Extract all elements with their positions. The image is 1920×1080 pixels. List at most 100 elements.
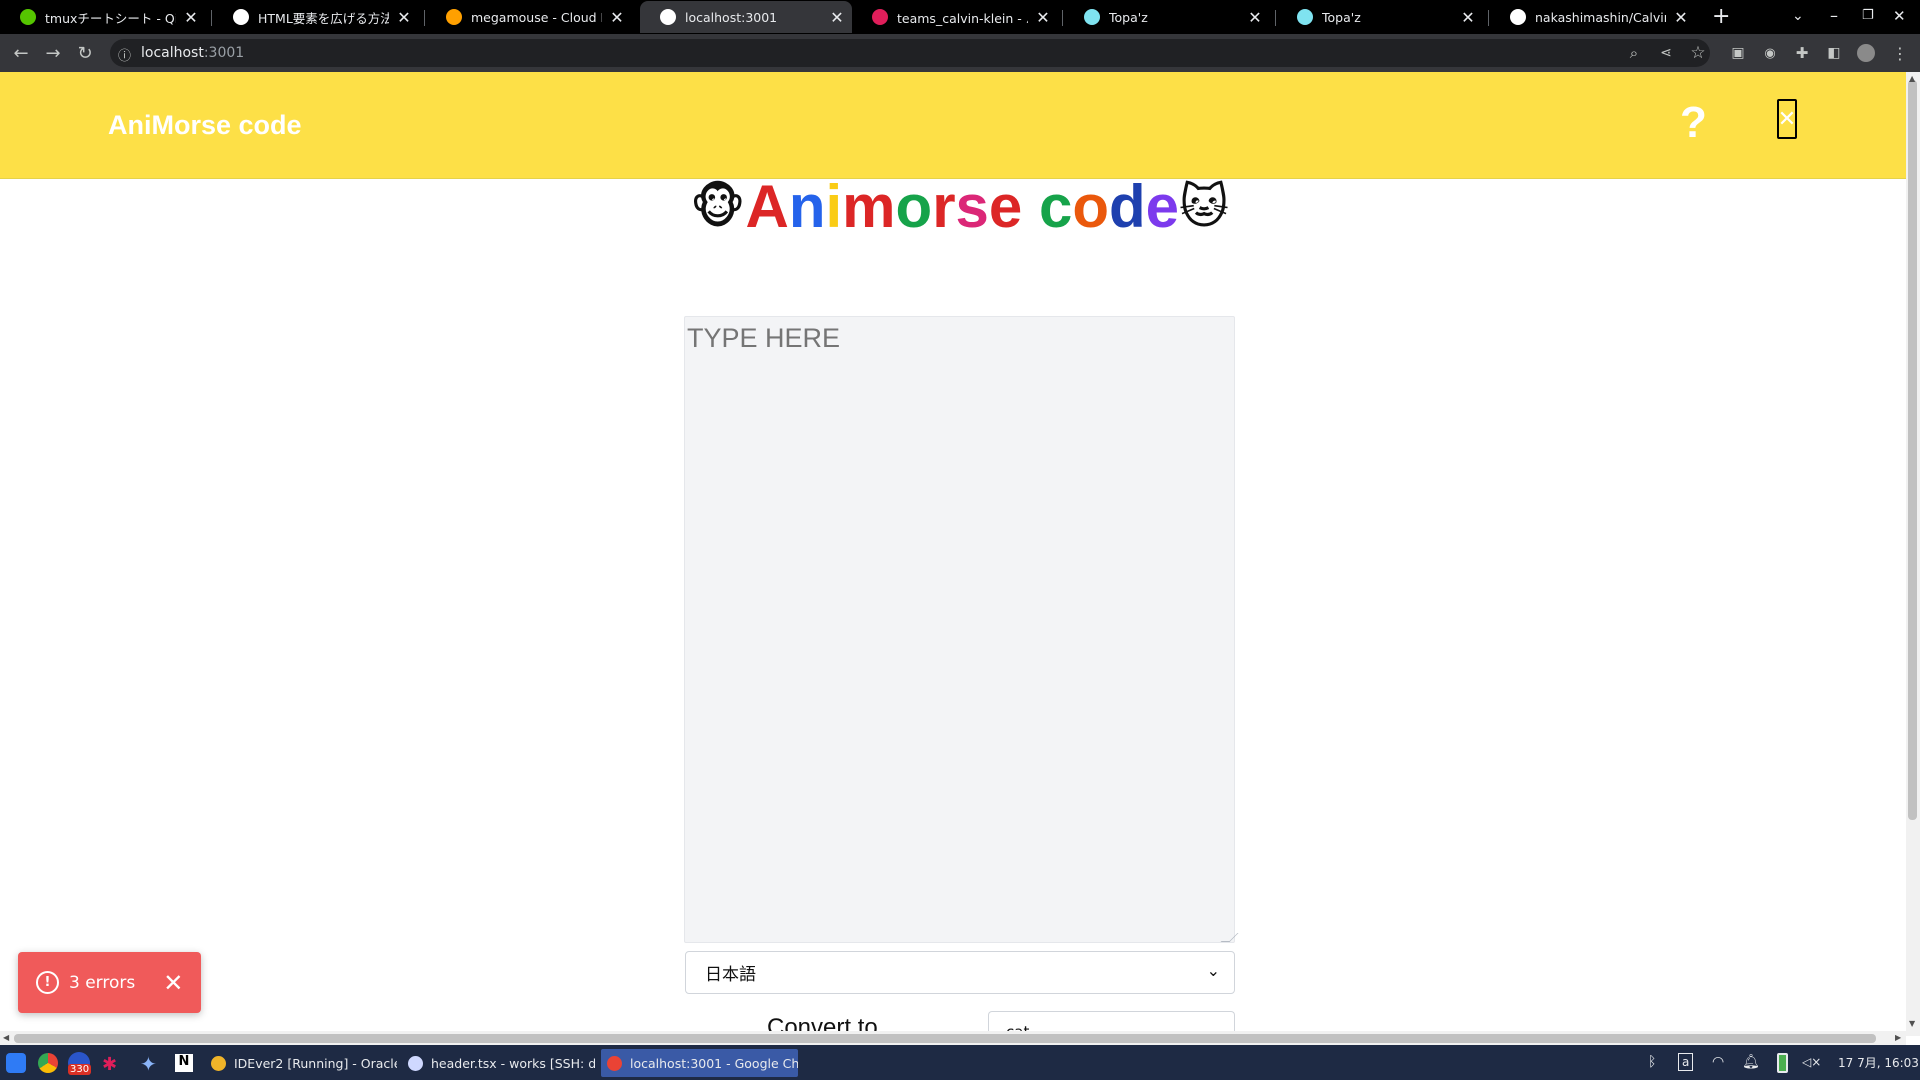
browser-tab[interactable]: tmuxチートシート - Qiita✕ — [0, 1, 206, 33]
tab-close-icon[interactable]: ✕ — [389, 8, 419, 27]
site-info-icon[interactable]: ⓘ — [118, 45, 131, 64]
close-button[interactable]: ✕ — [1777, 99, 1797, 139]
chrome-launcher-icon[interactable] — [38, 1053, 58, 1073]
taskbar-window[interactable]: localhost:3001 - Google Chr... — [601, 1049, 798, 1077]
taskbar-window-label: header.tsx - works [SSH: dev... — [431, 1055, 595, 1071]
taskbar-window[interactable]: IDEver2 [Running] - Oracle V... — [205, 1049, 397, 1077]
logo-letter: d — [1109, 173, 1146, 240]
back-icon[interactable]: ← — [9, 41, 33, 65]
scroll-left-arrow-icon[interactable]: ◀ — [3, 1033, 9, 1042]
browser-tab[interactable]: Topa'z ✕ — [1064, 1, 1270, 33]
tab-close-icon[interactable]: ✕ — [176, 8, 206, 27]
help-button[interactable]: ? — [1680, 98, 1707, 148]
window-close-icon[interactable]: ✕ — [1893, 7, 1906, 25]
tab-close-icon[interactable]: ✕ — [1453, 8, 1483, 27]
minimize-icon[interactable]: – — [1830, 6, 1838, 25]
browser-tab[interactable]: megamouse - Cloud Firest✕ — [426, 1, 632, 33]
reload-icon[interactable]: ↻ — [73, 41, 97, 65]
notion-launcher-icon[interactable]: N — [175, 1054, 193, 1072]
zoom-icon[interactable]: ⌕ — [1622, 41, 1646, 65]
horizontal-scroll-thumb[interactable] — [14, 1034, 1876, 1043]
tab-title: nakashimashin/Calvin-Klei — [1535, 9, 1666, 25]
extension-spy-icon[interactable]: ◉ — [1758, 41, 1782, 65]
sparkle-launcher-icon[interactable]: ✦ — [140, 1052, 157, 1076]
tab-separator — [424, 10, 425, 26]
logo-letter: m — [842, 173, 896, 240]
logo-letter: r — [932, 173, 956, 240]
browser-tab[interactable]: teams_calvin-klein - ハック✕ — [852, 1, 1058, 33]
vertical-scroll-thumb[interactable] — [1908, 80, 1917, 820]
extension-icon[interactable]: ▣ — [1726, 41, 1750, 65]
bluetooth-icon[interactable]: ᛒ — [1648, 1050, 1656, 1074]
browser-tab[interactable]: nakashimashin/Calvin-Klei✕ — [1490, 1, 1696, 33]
volume-muted-icon[interactable]: ◁× — [1802, 1050, 1821, 1074]
tab-title: HTML要素を広げる方法 — [258, 10, 389, 26]
battery-icon[interactable] — [1777, 1053, 1788, 1073]
morse-input[interactable] — [684, 316, 1235, 943]
browser-tab[interactable]: localhost:3001 ✕ — [640, 1, 852, 33]
cat-face-icon: 🐱 — [1179, 178, 1230, 235]
tab-title: localhost:3001 — [685, 9, 778, 25]
error-count: 3 errors — [69, 972, 136, 993]
new-tab-button[interactable]: + — [1712, 4, 1730, 29]
logo-letter: s — [955, 173, 989, 240]
logo-letter: o — [1072, 173, 1109, 240]
logo-letter: e — [1145, 173, 1180, 240]
tab-title: teams_calvin-klein - ハック — [897, 10, 1028, 26]
monkey-face-icon: 🐵 — [690, 178, 746, 235]
tab-title: tmuxチートシート - Qiita — [45, 10, 176, 26]
brand-title[interactable]: AniMorse code — [108, 110, 302, 141]
logo-letter: c — [1038, 173, 1073, 240]
logo-text: Animorse code — [746, 172, 1180, 241]
clock[interactable]: 17 7月, 16:03 — [1838, 1050, 1919, 1074]
taskbar-window-label: IDEver2 [Running] - Oracle V... — [234, 1055, 397, 1071]
language-select[interactable]: 日本語 ⌄ — [685, 951, 1235, 994]
tab-favicon-icon — [446, 9, 462, 25]
logo-letter — [1022, 173, 1039, 240]
tab-separator — [1275, 10, 1276, 26]
wifi-icon[interactable]: ◠ — [1712, 1050, 1724, 1074]
start-menu-icon[interactable] — [6, 1053, 26, 1073]
tab-close-icon[interactable]: ✕ — [1240, 8, 1270, 27]
forward-icon[interactable]: → — [41, 41, 65, 65]
tab-favicon-icon — [1297, 9, 1313, 25]
browser-tab[interactable]: Topa'z ✕ — [1277, 1, 1483, 33]
restore-icon[interactable]: ❐ — [1862, 8, 1874, 23]
tab-favicon-icon — [872, 9, 888, 25]
tab-favicon-icon — [660, 9, 676, 25]
address-bar[interactable] — [110, 39, 1710, 67]
language-select-value: 日本語 — [705, 965, 756, 985]
menu-kebab-icon[interactable]: ⋮ — [1888, 41, 1912, 65]
logo-letter: n — [788, 173, 826, 240]
tab-title: Topa'z — [1322, 9, 1361, 25]
slack-launcher-icon[interactable]: ✱ — [102, 1054, 117, 1075]
browser-tab[interactable]: HTML要素を広げる方法 ✕ — [213, 1, 419, 33]
tab-close-icon[interactable]: ✕ — [1028, 8, 1058, 27]
logo-letter: e — [988, 173, 1023, 240]
scroll-down-arrow-icon[interactable]: ▼ — [1909, 1019, 1915, 1028]
profile-avatar[interactable] — [1857, 44, 1875, 62]
share-icon[interactable]: ⋖ — [1654, 41, 1678, 65]
extensions-puzzle-icon[interactable]: ✚ — [1790, 41, 1814, 65]
taskbar-window[interactable]: header.tsx - works [SSH: dev... — [402, 1049, 595, 1077]
tab-search-chevron-icon[interactable]: ⌄ — [1792, 8, 1804, 24]
bookmark-star-icon[interactable]: ☆ — [1686, 41, 1710, 65]
url-text[interactable]: localhost:3001 — [141, 45, 244, 61]
tab-title: Topa'z — [1109, 9, 1148, 25]
tab-close-icon[interactable]: ✕ — [1666, 8, 1696, 27]
dismiss-error-button[interactable]: ✕ — [163, 969, 183, 997]
tab-separator — [1488, 10, 1489, 26]
input-method-icon[interactable]: a — [1678, 1053, 1694, 1071]
tab-separator — [211, 10, 212, 26]
error-toast[interactable]: ! 3 errors ✕ — [18, 952, 201, 1013]
notification-bell-icon[interactable]: 🔔︎ — [1742, 1050, 1760, 1074]
taskbar-window-label: localhost:3001 - Google Chr... — [630, 1055, 798, 1071]
logo-letter: i — [825, 173, 843, 240]
side-panel-icon[interactable]: ◧ — [1822, 41, 1846, 65]
tab-close-icon[interactable]: ✕ — [602, 8, 632, 27]
tab-favicon-icon — [20, 9, 36, 25]
tab-close-icon[interactable]: ✕ — [822, 8, 852, 27]
scroll-up-arrow-icon[interactable]: ▲ — [1909, 74, 1915, 83]
scroll-right-arrow-icon[interactable]: ▶ — [1895, 1033, 1901, 1042]
calendar-badge: 330 — [68, 1064, 92, 1075]
